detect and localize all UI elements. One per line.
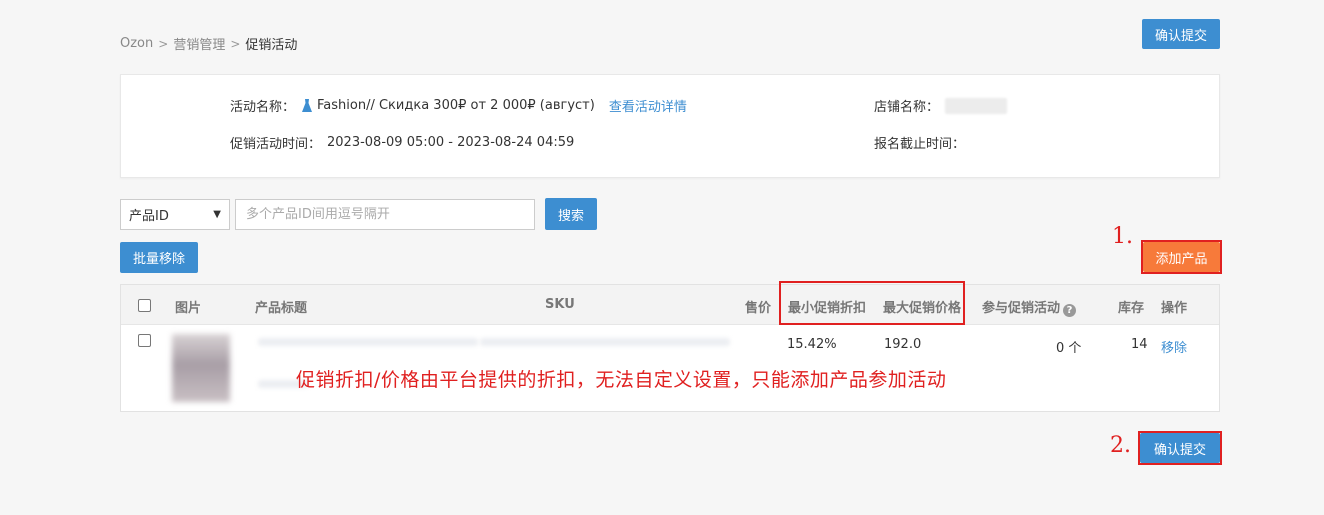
activity-name-row: 活动名称： Fashion// Скидка 300₽ от 2 000₽ (а…	[230, 96, 687, 115]
product-image-redacted	[172, 334, 230, 402]
shop-name-label: 店铺名称：	[874, 100, 940, 115]
select-all-checkbox[interactable]	[138, 299, 151, 312]
breadcrumb: Ozon > 营销管理 > 促销活动	[120, 34, 297, 53]
bottom-submit-button[interactable]: 确认提交	[1140, 433, 1220, 463]
annotation-step-1: 1.	[1112, 224, 1133, 249]
row-max-price: 192.0	[884, 337, 922, 352]
breadcrumb-ozon[interactable]: Ozon	[120, 36, 153, 51]
th-join-activity: 参与促销活动?	[982, 297, 1077, 317]
activity-name: Fashion// Скидка 300₽ от 2 000₽ (август)	[317, 98, 595, 113]
product-table: 图片 产品标题 SKU 售价 最小促销折扣 最大促销价格 参与促销活动? 库存 …	[120, 284, 1220, 412]
activity-time: 2023-08-09 05:00 - 2023-08-24 04:59	[327, 135, 575, 150]
shop-name-redacted	[945, 97, 1008, 114]
th-price: 售价	[745, 301, 772, 316]
product-sku-redacted	[480, 338, 730, 346]
th-image: 图片	[175, 301, 202, 316]
search-type-select[interactable]: 产品ID ▼	[120, 199, 230, 230]
row-stock: 14	[1131, 337, 1148, 352]
top-submit-button[interactable]: 确认提交	[1142, 19, 1220, 49]
row-min-discount: 15.42%	[787, 337, 837, 352]
deadline-label: 报名截止时间：	[874, 137, 966, 152]
activity-time-label: 促销活动时间：	[230, 137, 322, 152]
breadcrumb-separator-icon: >	[230, 36, 241, 51]
product-title-redacted	[258, 338, 478, 346]
product-id-search-input[interactable]	[235, 199, 535, 230]
th-action: 操作	[1161, 301, 1188, 316]
th-title: 产品标题	[255, 301, 308, 316]
breadcrumb-separator-icon: >	[158, 36, 169, 51]
table-header: 图片 产品标题 SKU 售价 最小促销折扣 最大促销价格 参与促销活动? 库存 …	[121, 285, 1219, 325]
activity-detail-link[interactable]: 查看活动详情	[609, 96, 687, 115]
row-checkbox[interactable]	[138, 334, 151, 347]
th-stock: 库存	[1118, 301, 1145, 316]
search-type-value: 产品ID	[129, 209, 169, 224]
th-sku: SKU	[545, 297, 575, 312]
add-product-button[interactable]: 添加产品	[1143, 242, 1220, 272]
chevron-down-icon: ▼	[213, 209, 221, 220]
row-remove-link[interactable]: 移除	[1161, 337, 1187, 356]
batch-remove-button[interactable]: 批量移除	[120, 242, 198, 273]
breadcrumb-current: 促销活动	[245, 38, 298, 53]
annotation-step-2: 2.	[1110, 433, 1131, 458]
shop-name-row: 店铺名称：	[874, 96, 1008, 115]
activity-name-label: 活动名称：	[230, 100, 296, 115]
annotation-note: 促销折扣/价格由平台提供的折扣，无法自定义设置，只能添加产品参加活动	[296, 369, 947, 391]
deadline-row: 报名截止时间：	[874, 133, 971, 152]
breadcrumb-marketing[interactable]: 营销管理	[173, 34, 225, 53]
help-icon[interactable]: ?	[1063, 304, 1077, 317]
dress-icon	[302, 98, 313, 112]
annotation-box-discount-columns	[779, 281, 965, 325]
activity-info-card: 活动名称： Fashion// Скидка 300₽ от 2 000₽ (а…	[120, 74, 1220, 178]
activity-time-row: 促销活动时间： 2023-08-09 05:00 - 2023-08-24 04…	[230, 133, 574, 152]
th-join-activity-label: 参与促销活动	[982, 301, 1061, 316]
row-join-activity[interactable]: 0 个	[1056, 337, 1081, 356]
search-button[interactable]: 搜索	[545, 198, 597, 230]
